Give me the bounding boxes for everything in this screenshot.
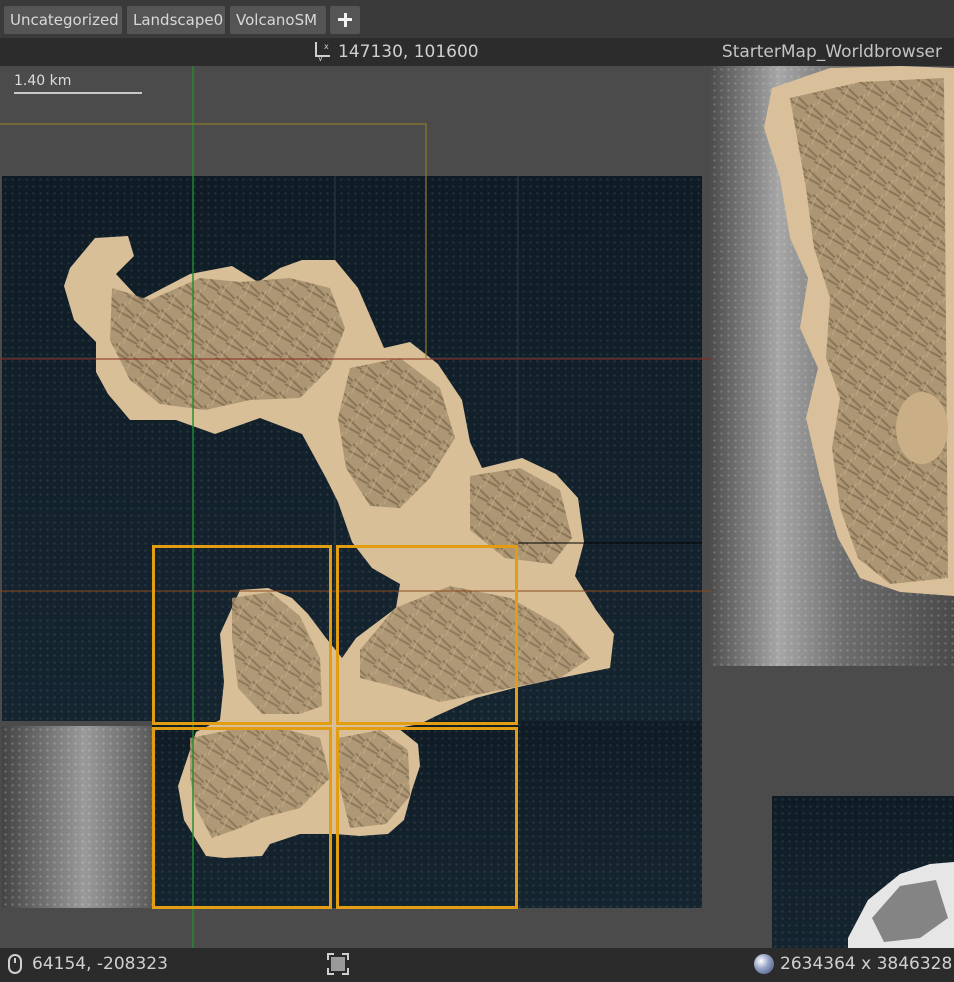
selected-tile-2[interactable] — [336, 545, 518, 725]
scale-bar: 1.40 km — [14, 70, 142, 94]
tab-uncategorized[interactable]: Uncategorized — [4, 6, 122, 34]
cursor-coordinates-text: 147130, 101600 — [338, 42, 479, 62]
globe-icon — [754, 954, 774, 974]
snow-island — [848, 862, 954, 948]
world-name-label: StarterMap_Worldbrowser — [721, 42, 942, 62]
xy-axis-icon: x y — [315, 42, 330, 61]
status-bar: 64154, -208323 2634364 x 3846328 — [0, 948, 954, 982]
scale-label: 1.40 km — [14, 73, 72, 89]
mouse-world-coordinates: 64154, -208323 — [32, 954, 168, 974]
level-tab-bar: Uncategorized Landscape0 VolcanoSM — [0, 0, 954, 39]
selected-tile-1[interactable] — [152, 545, 332, 725]
svg-text:y: y — [318, 54, 323, 61]
viewport-info-bar: x y 147130, 101600 StarterMap_Worldbrows… — [0, 38, 954, 66]
cursor-coordinates: x y 147130, 101600 — [312, 38, 479, 66]
tab-landscape0[interactable]: Landscape0 — [127, 6, 225, 34]
selected-tile-3[interactable] — [152, 727, 332, 909]
add-tab-button[interactable] — [330, 6, 360, 34]
world-size-readout: 2634364 x 3846328 — [780, 954, 953, 974]
zoom-to-fit-icon[interactable] — [326, 952, 350, 976]
svg-text:x: x — [324, 42, 329, 51]
world-composition-viewport[interactable]: x y 147130, 101600 StarterMap_Worldbrows… — [0, 38, 954, 948]
tab-volcanosm[interactable]: VolcanoSM — [230, 6, 326, 34]
right-island — [764, 66, 954, 596]
selected-tile-4[interactable] — [336, 727, 518, 909]
mouse-icon — [8, 954, 22, 974]
